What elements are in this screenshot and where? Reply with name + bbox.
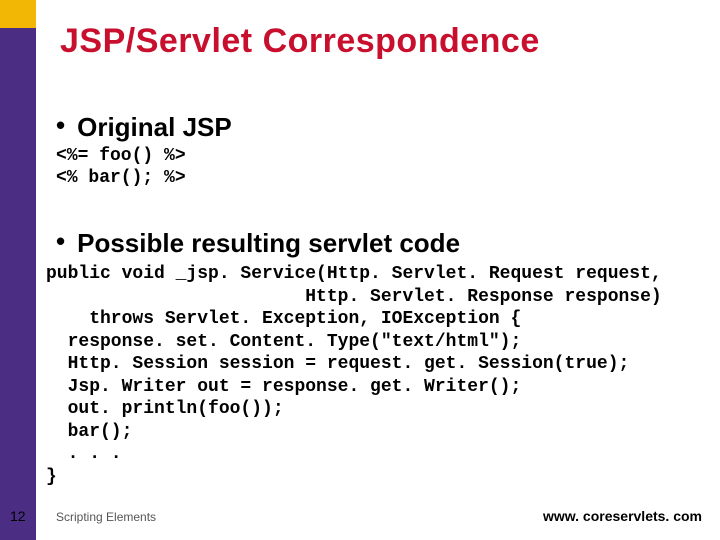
slide-number: 12	[10, 508, 26, 524]
code-servlet: public void _jsp. Service(Http. Servlet.…	[46, 263, 662, 488]
code-jsp: <%= foo() %> <% bar(); %>	[56, 146, 186, 189]
footer-right: www. coreservlets. com	[543, 508, 702, 524]
bullet-label: Possible resulting servlet code	[77, 228, 460, 259]
bullet-label: Original JSP	[77, 112, 232, 143]
slide: JSP/Servlet Correspondence • Original JS…	[0, 0, 720, 540]
left-stripe	[0, 0, 36, 540]
bullet-dot-icon: •	[56, 112, 65, 138]
bullet-servlet-code: • Possible resulting servlet code	[56, 228, 460, 259]
page-title: JSP/Servlet Correspondence	[60, 22, 540, 61]
bullet-dot-icon: •	[56, 228, 65, 254]
corner-accent	[0, 0, 36, 28]
bullet-original-jsp: • Original JSP	[56, 112, 232, 143]
footer-left: Scripting Elements	[56, 510, 156, 524]
